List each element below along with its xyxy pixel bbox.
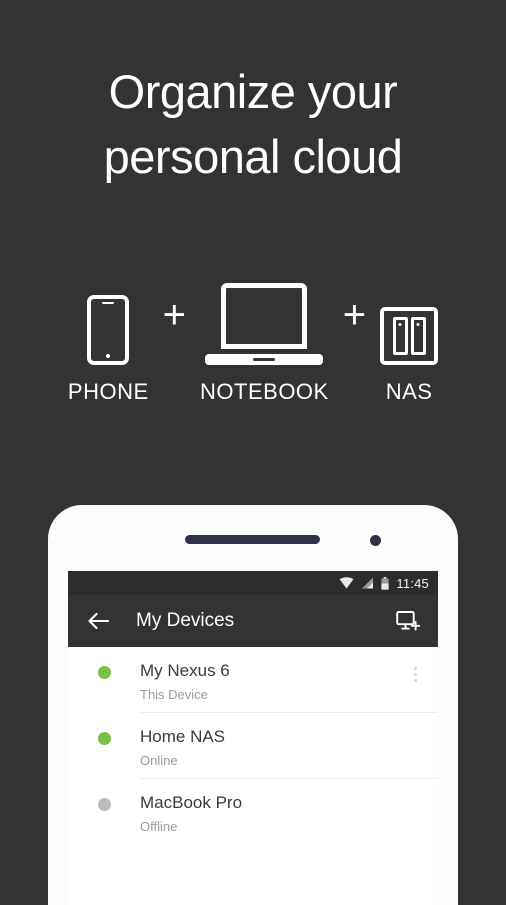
battery-icon (381, 576, 390, 590)
back-button[interactable] (82, 605, 114, 637)
wifi-icon (340, 577, 354, 589)
headline-line-1: Organize your (108, 65, 398, 118)
notebook-icon (205, 283, 324, 365)
status-dot-offline (97, 798, 111, 811)
cellular-signal-icon (362, 577, 374, 589)
device-item-text: My Nexus 6 This Device (140, 661, 402, 702)
device-type-row: PHONE + NOTEBOOK + NAS (0, 265, 506, 405)
app-bar-title: My Devices (136, 610, 235, 631)
phone-earpiece-speaker (185, 535, 320, 544)
overflow-menu-icon[interactable] (402, 661, 428, 682)
status-dot-container (68, 727, 140, 745)
status-dot-online (97, 666, 111, 679)
phone-icon (87, 295, 130, 365)
device-item-text: Home NAS Online (140, 727, 428, 768)
device-label-phone: PHONE (67, 379, 149, 404)
back-arrow-icon (88, 612, 109, 630)
status-dot-container (68, 661, 140, 679)
device-type-notebook: NOTEBOOK (200, 265, 329, 405)
device-item-text: MacBook Pro Offline (140, 793, 428, 834)
add-device-icon (396, 611, 420, 631)
device-name: My Nexus 6 (140, 661, 230, 680)
device-type-nas: NAS (380, 265, 439, 405)
status-bar-clock: 11:45 (396, 575, 429, 591)
status-bar: 11:45 (68, 571, 438, 595)
app-bar: My Devices (68, 595, 438, 647)
device-name: Home NAS (140, 727, 226, 746)
device-list-item[interactable]: MacBook Pro Offline (68, 779, 438, 845)
nas-drive-bay-1 (392, 317, 408, 355)
notebook-screen-shape (221, 283, 308, 349)
device-label-notebook: NOTEBOOK (200, 379, 329, 404)
phone-front-camera (370, 535, 381, 546)
plus-separator-1: + (162, 293, 187, 337)
phone-mockup: 11:45 My Devices My Nexus 6 This Device … (48, 505, 458, 905)
device-name: MacBook Pro (140, 793, 243, 812)
device-status: Offline (140, 819, 178, 835)
status-dot-container (68, 793, 140, 811)
device-status: This Device (140, 687, 208, 703)
overflow-dot (413, 667, 417, 670)
notebook-trackpad-shape (253, 358, 276, 361)
device-list-item[interactable]: Home NAS Online (68, 713, 438, 779)
overflow-dot (413, 673, 417, 676)
overflow-dot (413, 679, 417, 682)
device-list: My Nexus 6 This Device Home NAS Online M… (68, 647, 438, 845)
device-list-item[interactable]: My Nexus 6 This Device (68, 647, 438, 713)
status-dot-online (97, 732, 111, 745)
device-type-phone: PHONE (68, 265, 149, 405)
promo-headline: Organize your personal cloud (0, 60, 506, 190)
nas-icon-container (380, 265, 439, 365)
plus-separator-2: + (342, 293, 367, 337)
device-label-nas: NAS (385, 379, 433, 404)
nas-drive-bay-2 (410, 317, 426, 355)
nas-icon (380, 307, 439, 365)
phone-screen: 11:45 My Devices My Nexus 6 This Device … (68, 571, 438, 905)
phone-icon-container (87, 265, 130, 365)
device-status: Online (140, 753, 178, 769)
notebook-icon-container (205, 265, 324, 365)
headline-line-2: personal cloud (103, 129, 403, 183)
add-device-button[interactable] (392, 605, 424, 637)
